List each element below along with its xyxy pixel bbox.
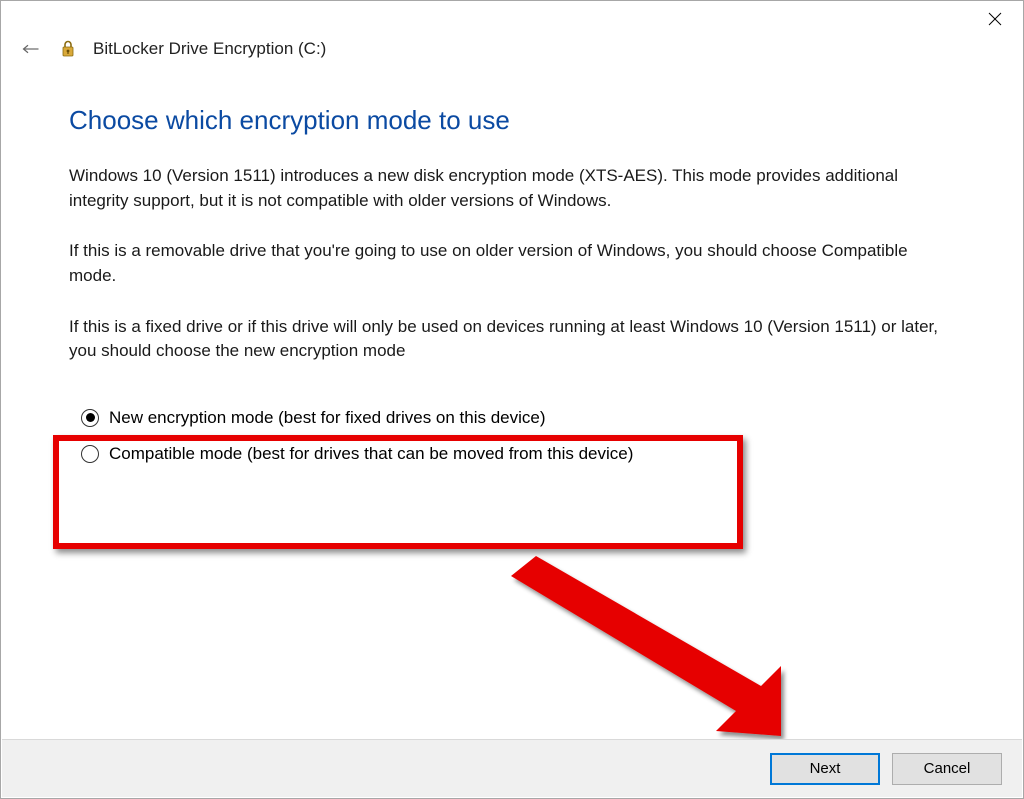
radio-selected-dot [86,413,95,422]
content-area: Choose which encryption mode to use Wind… [1,61,1023,486]
back-arrow-icon [22,40,40,58]
encryption-mode-group: New encryption mode (best for fixed driv… [69,390,645,486]
radio-label: New encryption mode (best for fixed driv… [109,408,546,428]
window-title: BitLocker Drive Encryption (C:) [93,39,326,59]
radio-icon [81,445,99,463]
page-heading: Choose which encryption mode to use [69,105,955,136]
title-bar [1,1,1023,31]
intro-paragraph-3: If this is a fixed drive or if this driv… [69,315,955,364]
close-button[interactable] [972,5,1017,33]
intro-paragraph-1: Windows 10 (Version 1511) introduces a n… [69,164,955,213]
footer: Next Cancel [2,739,1022,797]
cancel-button[interactable]: Cancel [892,753,1002,785]
annotation-arrow-icon [501,556,801,746]
radio-new-encryption-mode[interactable]: New encryption mode (best for fixed driv… [79,400,635,436]
next-button[interactable]: Next [770,753,880,785]
header: BitLocker Drive Encryption (C:) [1,31,1023,61]
bitlocker-icon [57,38,79,60]
radio-icon [81,409,99,427]
back-button[interactable] [19,37,43,61]
radio-label: Compatible mode (best for drives that ca… [109,444,633,464]
radio-compatible-mode[interactable]: Compatible mode (best for drives that ca… [79,436,635,472]
intro-paragraph-2: If this is a removable drive that you're… [69,239,955,288]
close-icon [988,12,1002,26]
